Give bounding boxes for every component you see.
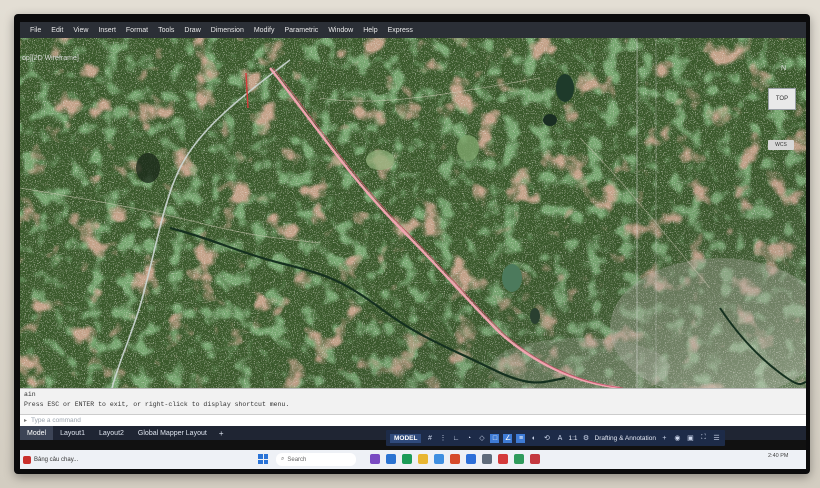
- menu-view[interactable]: View: [73, 27, 88, 34]
- command-placeholder: Type a command: [31, 417, 81, 424]
- search-label: Search: [287, 456, 307, 463]
- app-icon[interactable]: [386, 454, 396, 464]
- tab-global-mapper-layout[interactable]: Global Mapper Layout: [131, 426, 214, 440]
- clean-screen-icon[interactable]: ⛶: [699, 434, 708, 443]
- viewport-controls-label[interactable]: op][2D Wireframe]: [22, 55, 79, 62]
- workspace-switcher[interactable]: Drafting & Annotation: [595, 435, 656, 442]
- osnap-icon[interactable]: □: [490, 433, 500, 443]
- transparency-icon[interactable]: ◐: [529, 434, 538, 443]
- lineweight-icon[interactable]: ≡: [516, 433, 526, 443]
- search-icon: ⌕: [281, 456, 285, 462]
- folder-icon[interactable]: [418, 454, 428, 464]
- menu-file[interactable]: File: [30, 27, 41, 34]
- app-icon[interactable]: [466, 454, 476, 464]
- app-icon[interactable]: [450, 454, 460, 464]
- app-icon[interactable]: [370, 454, 380, 464]
- command-prompt-icon: ▸: [24, 418, 28, 424]
- browser-icon[interactable]: [434, 454, 444, 464]
- plus-icon[interactable]: +: [660, 434, 669, 443]
- app-icon[interactable]: [530, 454, 540, 464]
- compass-north-label: N: [781, 65, 787, 72]
- menu-parametric[interactable]: Parametric: [284, 27, 318, 34]
- hardware-acceleration-icon[interactable]: ▣: [686, 434, 695, 443]
- autocad-taskbar-icon[interactable]: [498, 454, 508, 464]
- menu-dimension[interactable]: Dimension: [211, 27, 244, 34]
- menu-format[interactable]: Format: [126, 27, 148, 34]
- taskbar-app-label: Bảng cảu chay...: [34, 456, 79, 463]
- polar-icon[interactable]: ◔: [464, 434, 473, 443]
- menu-bar: File Edit View Insert Format Tools Draw …: [20, 22, 806, 38]
- taskbar-search-box[interactable]: ⌕ Search: [276, 453, 356, 466]
- windows-start-icon[interactable]: [258, 454, 268, 464]
- menu-modify[interactable]: Modify: [254, 27, 275, 34]
- menu-tools[interactable]: Tools: [158, 27, 174, 34]
- add-layout-button[interactable]: +: [214, 429, 229, 438]
- menu-edit[interactable]: Edit: [51, 27, 63, 34]
- viewcube[interactable]: TOP: [768, 88, 796, 110]
- menu-draw[interactable]: Draw: [184, 27, 200, 34]
- snap-icon[interactable]: ⋮: [438, 434, 447, 443]
- system-clock[interactable]: 2:40 PM: [768, 453, 788, 459]
- app-icon: [23, 455, 31, 464]
- tab-layout2[interactable]: Layout2: [92, 426, 131, 440]
- otrack-icon[interactable]: ∠: [503, 433, 513, 443]
- autocad-window: File Edit View Insert Format Tools Draw …: [20, 22, 806, 469]
- app-icon[interactable]: [402, 454, 412, 464]
- drawing-canvas[interactable]: op][2D Wireframe] N TOP WCS: [20, 38, 806, 388]
- app-icon[interactable]: [482, 454, 492, 464]
- isolate-objects-icon[interactable]: ◉: [673, 434, 682, 443]
- gear-icon[interactable]: ⚙: [582, 434, 591, 443]
- menu-window[interactable]: Window: [328, 27, 353, 34]
- wcs-menu[interactable]: WCS: [768, 140, 794, 150]
- status-bar: MODEL # ⋮ ∟ ◔ ◇ □ ∠ ≡ ◐ ⟲ A 1:1 ⚙ Drafti…: [386, 430, 725, 446]
- menu-express[interactable]: Express: [388, 27, 413, 34]
- tab-model[interactable]: Model: [20, 426, 54, 440]
- ortho-icon[interactable]: ∟: [451, 434, 460, 443]
- taskbar-app-button[interactable]: Bảng cảu chay...: [23, 453, 78, 466]
- command-history-line: Press ESC or ENTER to exit, or right-cli…: [24, 401, 290, 408]
- customization-menu-icon[interactable]: ☰: [712, 434, 721, 443]
- selection-cycling-icon[interactable]: ⟲: [542, 434, 551, 443]
- isodraft-icon[interactable]: ◇: [477, 434, 486, 443]
- annotation-scale[interactable]: 1:1: [568, 435, 577, 442]
- command-history: ain Press ESC or ENTER to exit, or right…: [20, 388, 806, 414]
- annotation-visibility-icon[interactable]: A: [555, 434, 564, 443]
- model-space-button[interactable]: MODEL: [390, 433, 422, 443]
- grid-icon[interactable]: #: [425, 434, 434, 443]
- command-line-input[interactable]: ▸ Type a command: [20, 414, 806, 426]
- menu-insert[interactable]: Insert: [98, 27, 116, 34]
- windows-taskbar: Bảng cảu chay... ⌕ Search 2:40 PM: [20, 450, 806, 469]
- command-history-line: ain: [24, 391, 36, 398]
- menu-help[interactable]: Help: [363, 27, 377, 34]
- app-icon[interactable]: [514, 454, 524, 464]
- satellite-map-image: [20, 38, 806, 388]
- tab-layout1[interactable]: Layout1: [53, 426, 92, 440]
